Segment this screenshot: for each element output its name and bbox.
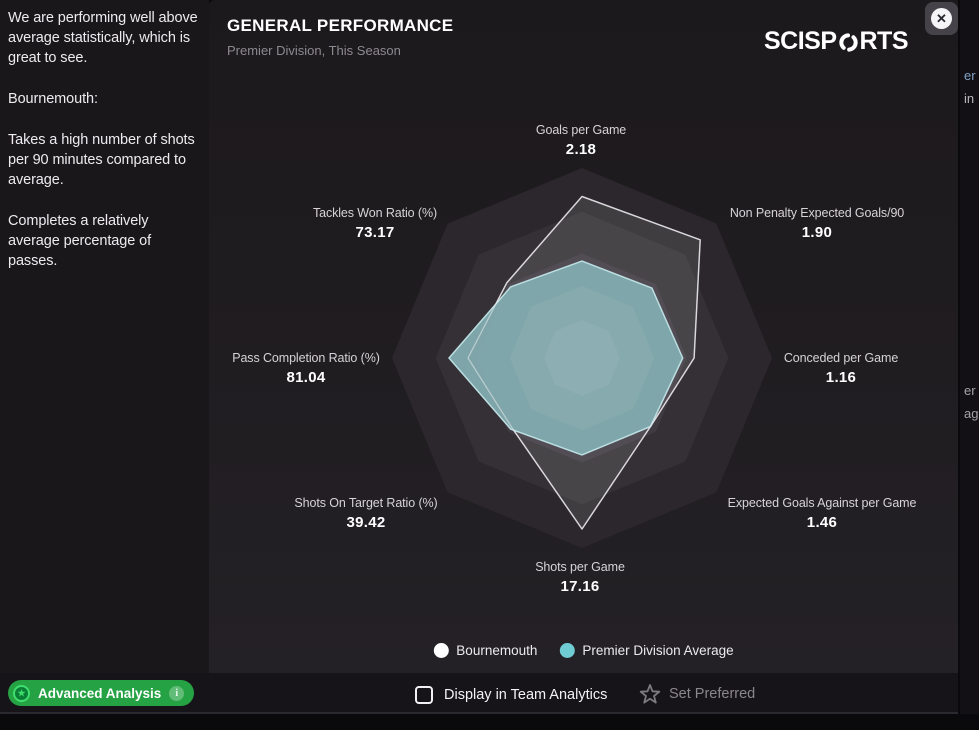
radar-inner-highlight-1: [544, 320, 620, 396]
axis-goals-per-game: Goals per Game 2.18: [536, 123, 626, 158]
scisports-logo-right: RTS: [859, 27, 909, 55]
axis-label: Shots per Game: [535, 560, 625, 574]
axis-expected-goals-against: Expected Goals Against per Game 1.46: [728, 496, 917, 531]
sidebar-paragraph: Takes a high number of shots per 90 minu…: [8, 132, 195, 188]
background-bottom-strip: [0, 714, 979, 730]
close-icon: ✕: [931, 8, 952, 29]
sidebar-paragraph: We are performing well above average sta…: [8, 10, 198, 66]
scisports-logo-left: SCISP: [763, 27, 837, 55]
axis-shots-on-target-ratio: Shots On Target Ratio (%) 39.42: [294, 496, 437, 531]
scisports-logo: SCISP RTS: [763, 27, 909, 56]
legend-item-bournemouth: Bournemouth: [433, 643, 537, 658]
axis-tackles-won-ratio: Tackles Won Ratio (%) 73.17: [313, 206, 437, 241]
display-in-team-analytics-option[interactable]: Display in Team Analytics: [415, 686, 607, 704]
chart-legend: Bournemouth Premier Division Average: [433, 643, 734, 658]
axis-conceded-per-game: Conceded per Game 1.16: [784, 351, 898, 386]
axis-value: 1.90: [801, 224, 833, 241]
clipped-text-fragment: er: [964, 68, 976, 83]
clipped-text-fragment: er: [964, 383, 976, 398]
axis-shots-per-game: Shots per Game 17.16: [535, 560, 625, 595]
axis-value: 17.16: [560, 578, 600, 595]
page-title: GENERAL PERFORMANCE: [227, 16, 454, 35]
axis-label: Shots On Target Ratio (%): [294, 496, 438, 510]
checkbox-label: Display in Team Analytics: [444, 687, 608, 703]
axis-value: 1.16: [825, 369, 857, 386]
axis-value: 2.18: [565, 141, 597, 158]
axis-label: Non Penalty Expected Goals/90: [729, 206, 905, 220]
info-icon[interactable]: i: [169, 685, 185, 701]
bournemouth-dot-icon: [433, 643, 449, 658]
advanced-analysis-button[interactable]: ★ Advanced Analysis i: [8, 680, 195, 706]
axis-pass-completion-ratio: Pass Completion Ratio (%) 81.04: [232, 351, 380, 386]
legend-label: Premier Division Average: [582, 643, 734, 658]
advanced-analysis-label: Advanced Analysis: [38, 685, 162, 701]
sidebar-paragraph: Bournemouth:: [8, 91, 98, 107]
checkbox-unchecked[interactable]: [415, 686, 433, 704]
general-performance-panel: GENERAL PERFORMANCE Premier Division, Th…: [209, 0, 958, 673]
analysis-sidebar: We are performing well above average sta…: [0, 0, 209, 673]
background-page-sliver: er in er ag: [958, 0, 979, 714]
set-preferred-label: Set Preferred: [669, 686, 756, 702]
clipped-text-fragment: in: [964, 91, 975, 106]
close-button[interactable]: ✕: [925, 2, 958, 35]
panel-header: GENERAL PERFORMANCE Premier Division, Th…: [227, 16, 453, 58]
axis-label: Conceded per Game: [783, 351, 899, 365]
legend-label: Bournemouth: [456, 643, 538, 658]
legend-item-premier-division-average: Premier Division Average: [559, 643, 734, 658]
axis-value: 81.04: [286, 369, 326, 386]
axis-non-penalty-xg: Non Penalty Expected Goals/90 1.90: [730, 206, 904, 241]
axis-value: 39.42: [346, 514, 386, 531]
clipped-text-fragment: ag: [964, 406, 979, 421]
scisports-swirl-o-icon: [838, 33, 858, 52]
sidebar-paragraph: Completes a relatively average percentag…: [8, 213, 152, 269]
axis-value: 73.17: [355, 224, 395, 241]
premier-division-average-dot-icon: [559, 643, 575, 658]
axis-label: Expected Goals Against per Game: [727, 496, 917, 510]
axis-label: Pass Completion Ratio (%): [232, 351, 380, 365]
footer-bar: ★ Advanced Analysis i Display in Team An…: [0, 673, 958, 714]
axis-label: Tackles Won Ratio (%): [312, 206, 438, 220]
star-icon: [639, 684, 661, 704]
page-subtitle: Premier Division, This Season: [227, 43, 401, 58]
axis-label: Goals per Game: [535, 123, 627, 137]
analysis-star-icon: ★: [13, 684, 30, 702]
set-preferred-option[interactable]: Set Preferred: [638, 682, 755, 706]
axis-value: 1.46: [806, 514, 838, 531]
